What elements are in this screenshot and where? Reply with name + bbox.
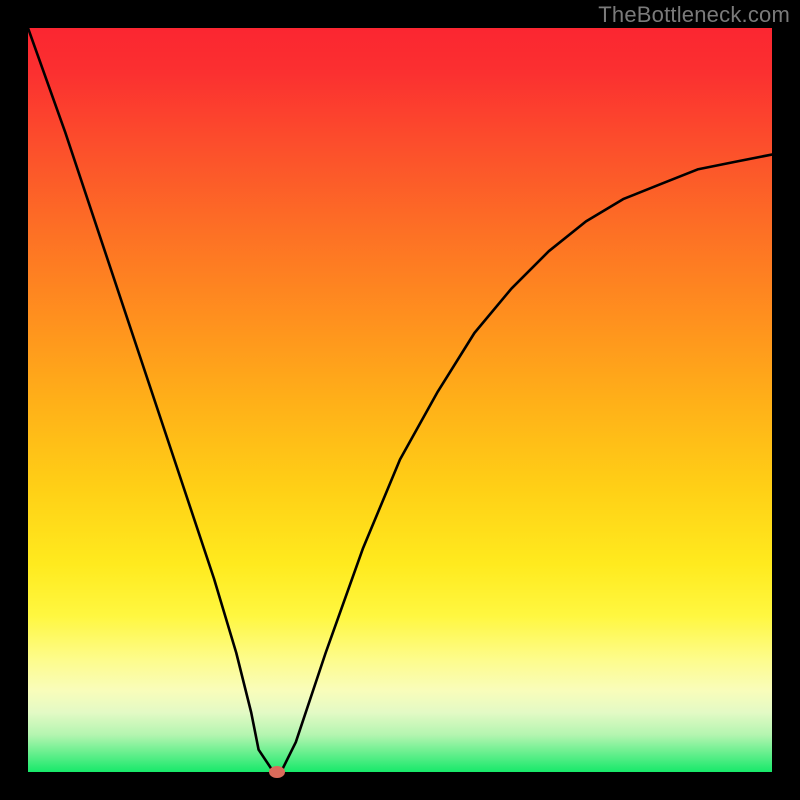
plot-area: [28, 28, 772, 772]
curve-svg: [28, 28, 772, 772]
bottleneck-curve: [28, 28, 772, 772]
chart-frame: TheBottleneck.com: [0, 0, 800, 800]
minimum-marker: [269, 766, 285, 778]
watermark-text: TheBottleneck.com: [598, 2, 790, 28]
